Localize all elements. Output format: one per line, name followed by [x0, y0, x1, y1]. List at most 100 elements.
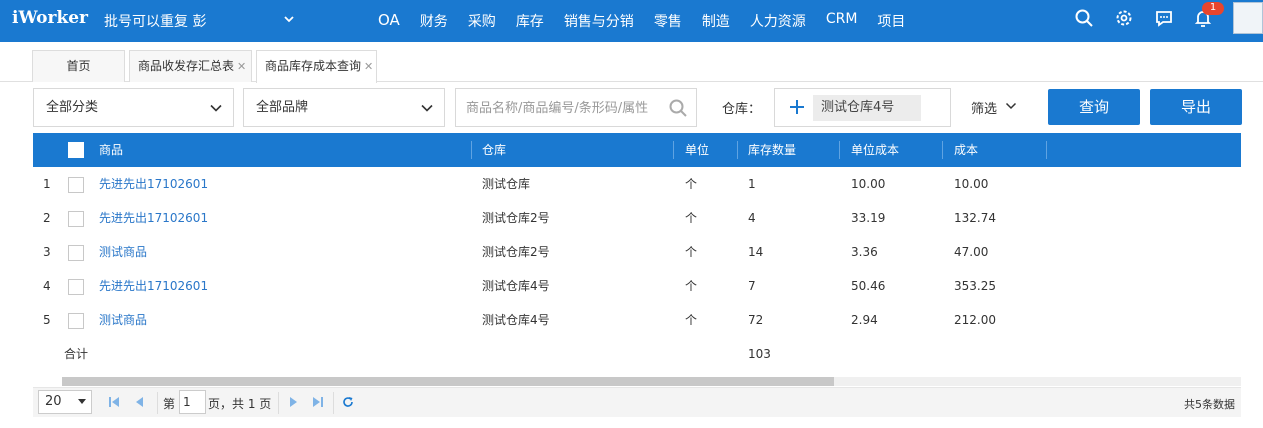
search-icon[interactable]	[668, 98, 688, 118]
row-number: 3	[43, 245, 51, 259]
col-unit-cost[interactable]: 单位成本	[851, 133, 899, 167]
notification-badge: 1	[1202, 2, 1224, 15]
total-records: 共5条数据	[1184, 398, 1235, 411]
page-suffix: 页，共 1 页	[208, 397, 272, 411]
nav-oa[interactable]: OA	[378, 11, 400, 31]
brand-value: 全部品牌	[256, 100, 309, 115]
query-button[interactable]: 查询	[1048, 89, 1140, 125]
product-link[interactable]: 先进先出17102601	[99, 201, 208, 235]
column-divider[interactable]	[471, 141, 472, 159]
main-nav: OA 财务 采购 库存 销售与分销 零售 制造 人力资源 CRM 项目	[378, 11, 925, 31]
caret-down-icon	[78, 399, 86, 404]
warehouse-cell: 测试仓库4号	[482, 279, 550, 293]
close-icon[interactable]: ✕	[364, 60, 373, 73]
table-row[interactable]: 5 测试商品 测试仓库4号 个 72 2.94 212.00	[33, 303, 1241, 337]
row-checkbox[interactable]	[68, 245, 84, 261]
qty-cell: 1	[748, 177, 756, 191]
page-size-select[interactable]: 20	[38, 390, 92, 414]
next-page-icon[interactable]	[287, 396, 299, 408]
nav-sales[interactable]: 销售与分销	[564, 11, 634, 31]
total-row: 合计 103	[33, 337, 1241, 371]
filter-toggle[interactable]: 筛选	[971, 98, 1017, 117]
nav-inventory[interactable]: 库存	[516, 11, 544, 31]
scrollbar-thumb[interactable]	[62, 377, 834, 386]
page-tabs: 首页 商品收发存汇总表 ✕ 商品库存成本查询 ✕	[0, 42, 1263, 83]
gear-icon[interactable]	[1114, 8, 1134, 28]
table-row[interactable]: 4 先进先出17102601 测试仓库4号 个 7 50.46 353.25	[33, 269, 1241, 303]
row-checkbox[interactable]	[68, 313, 84, 329]
chat-icon[interactable]	[1154, 8, 1174, 28]
row-checkbox[interactable]	[68, 211, 84, 227]
tab-stock-summary[interactable]: 商品收发存汇总表 ✕	[129, 50, 252, 82]
row-checkbox[interactable]	[68, 177, 84, 193]
col-product[interactable]: 商品	[99, 133, 123, 167]
export-button[interactable]: 导出	[1150, 89, 1242, 125]
col-unit[interactable]: 单位	[685, 133, 709, 167]
col-warehouse[interactable]: 仓库	[482, 133, 506, 167]
unit-cell: 个	[685, 245, 698, 259]
plus-icon[interactable]	[787, 97, 807, 117]
chevron-down-icon[interactable]	[282, 12, 296, 26]
horizontal-scrollbar[interactable]	[62, 377, 1241, 386]
column-divider[interactable]	[673, 141, 674, 159]
avatar[interactable]	[1233, 2, 1263, 34]
search-icon[interactable]	[1074, 8, 1094, 28]
product-link[interactable]: 测试商品	[99, 303, 147, 337]
nav-manufacturing[interactable]: 制造	[702, 11, 730, 31]
nav-crm[interactable]: CRM	[826, 11, 858, 31]
product-link[interactable]: 先进先出17102601	[99, 167, 208, 201]
unit-cell: 个	[685, 211, 698, 225]
column-divider[interactable]	[942, 141, 943, 159]
nav-hr[interactable]: 人力资源	[750, 11, 806, 31]
page-size-value: 20	[45, 394, 62, 409]
total-qty: 103	[748, 347, 771, 361]
warehouse-cell: 测试仓库4号	[482, 313, 550, 327]
row-checkbox[interactable]	[68, 279, 84, 295]
warehouse-tag[interactable]: 测试仓库4号	[813, 95, 921, 121]
product-link[interactable]: 测试商品	[99, 235, 147, 269]
col-cost[interactable]: 成本	[954, 133, 978, 167]
nav-purchase[interactable]: 采购	[468, 11, 496, 31]
nav-finance[interactable]: 财务	[420, 11, 448, 31]
last-page-icon[interactable]	[312, 396, 324, 408]
column-divider[interactable]	[737, 141, 738, 159]
unit-cell: 个	[685, 279, 698, 293]
unit-cost-cell: 2.94	[851, 313, 878, 327]
search-field	[455, 88, 697, 127]
company-name[interactable]: 批号可以重复 彭	[104, 11, 206, 31]
table-row[interactable]: 1 先进先出17102601 测试仓库 个 1 10.00 10.00	[33, 167, 1241, 201]
first-page-icon[interactable]	[108, 396, 120, 408]
nav-retail[interactable]: 零售	[654, 11, 682, 31]
page-prefix: 第	[163, 397, 176, 411]
refresh-icon[interactable]	[342, 396, 354, 408]
column-divider[interactable]	[1046, 141, 1047, 159]
qty-cell: 4	[748, 211, 756, 225]
tab-home[interactable]: 首页	[32, 50, 125, 82]
page-number-input[interactable]: 1	[179, 390, 206, 414]
nav-project[interactable]: 项目	[877, 11, 905, 31]
tab-label: 首页	[66, 59, 91, 73]
column-divider[interactable]	[839, 141, 840, 159]
col-qty[interactable]: 库存数量	[748, 133, 796, 167]
cost-cell: 353.25	[954, 279, 996, 293]
search-input[interactable]	[466, 98, 671, 118]
app-logo[interactable]: iWorker	[12, 8, 88, 28]
unit-cell: 个	[685, 177, 698, 191]
brand-select[interactable]: 全部品牌	[243, 88, 445, 127]
qty-cell: 7	[748, 279, 756, 293]
unit-cost-cell: 33.19	[851, 211, 886, 225]
table-header: 商品 仓库 单位 库存数量 单位成本 成本	[33, 133, 1241, 167]
select-all-checkbox[interactable]	[68, 142, 84, 158]
table-row[interactable]: 3 测试商品 测试仓库2号 个 14 3.36 47.00	[33, 235, 1241, 269]
close-icon[interactable]: ✕	[237, 60, 246, 73]
row-number: 2	[43, 211, 51, 225]
warehouse-cell: 测试仓库2号	[482, 245, 550, 259]
category-select[interactable]: 全部分类	[33, 88, 234, 127]
tab-stock-cost-query[interactable]: 商品库存成本查询 ✕	[256, 50, 377, 83]
prev-page-icon[interactable]	[134, 396, 146, 408]
row-number: 4	[43, 279, 51, 293]
cost-cell: 47.00	[954, 245, 989, 259]
warehouse-cell: 测试仓库	[482, 177, 531, 191]
table-row[interactable]: 2 先进先出17102601 测试仓库2号 个 4 33.19 132.74	[33, 201, 1241, 235]
product-link[interactable]: 先进先出17102601	[99, 269, 208, 303]
